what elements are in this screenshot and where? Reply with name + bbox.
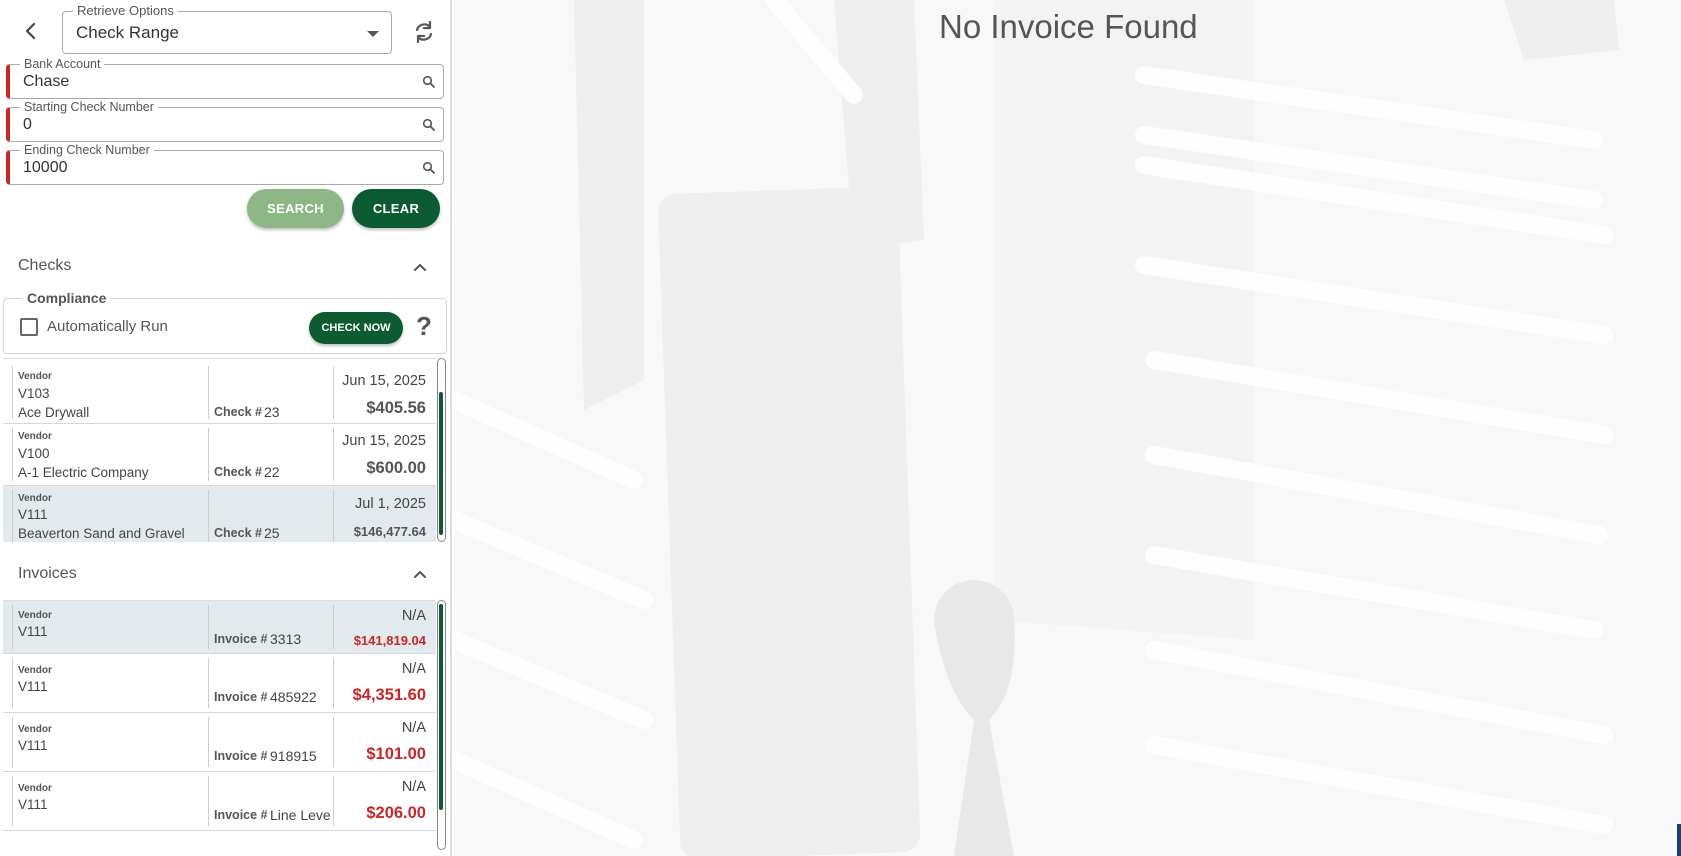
ending-check-number-value: 10000	[23, 159, 68, 176]
invoice-number: 918915	[270, 748, 317, 764]
bank-account-value: Chase	[23, 73, 70, 90]
check-now-button[interactable]: CHECK NOW	[309, 312, 403, 344]
back-arrow-icon[interactable]	[18, 18, 44, 44]
compliance-panel: Compliance Automatically Run CHECK NOW ?	[3, 290, 447, 354]
check-amount: $405.56	[366, 399, 426, 417]
invoice-number-label: Invoice #	[214, 632, 268, 646]
no-invoice-message: No Invoice Found	[939, 8, 1198, 45]
invoice-viewer	[454, 0, 1681, 856]
vendor-code: V100	[18, 446, 50, 461]
invoice-date: N/A	[401, 608, 426, 624]
vendor-code: V111	[18, 679, 48, 694]
invoice-amount: $141,819.04	[353, 633, 426, 648]
check-date: Jul 1, 2025	[355, 496, 426, 512]
search-button[interactable]: SEARCH	[247, 189, 344, 228]
invoice-row[interactable]: Vendor V111 Invoice # 485922 N/A $4,351.…	[3, 654, 436, 713]
vendor-code: V111	[18, 507, 48, 522]
invoices-scroll-thumb[interactable]	[439, 604, 443, 810]
invoice-row[interactable]: Vendor V111 Invoice # Line Leve N/A $206…	[3, 772, 436, 831]
compliance-title: Compliance	[22, 290, 112, 306]
vendor-code: V111	[18, 797, 48, 812]
invoice-date: N/A	[401, 661, 426, 677]
checks-list: Vendor V103 Ace Drywall Check # 23 Jun 1…	[3, 358, 436, 542]
vendor-code: V103	[18, 386, 50, 401]
invoice-date: N/A	[401, 720, 426, 736]
vendor-label: Vendor	[18, 493, 52, 504]
invoices-list: Vendor V111 Invoice # 3313 N/A $141,819.…	[3, 600, 436, 850]
invoice-number-label: Invoice #	[214, 749, 268, 763]
search-icon[interactable]	[422, 118, 436, 132]
chevron-up-icon[interactable]	[412, 566, 428, 582]
invoice-row[interactable]: Vendor V111 Invoice # 3313 N/A $141,819.…	[3, 601, 436, 654]
checks-section-title: Checks	[18, 257, 72, 274]
check-date: Jun 15, 2025	[342, 373, 426, 389]
search-icon[interactable]	[422, 161, 436, 175]
vendor-label: Vendor	[18, 371, 52, 382]
vendor-code: V111	[18, 738, 48, 753]
check-number: 25	[264, 525, 280, 541]
check-number-label: Check #	[214, 405, 262, 419]
starting-check-number-label: Starting Check Number	[20, 100, 158, 114]
invoice-number-label: Invoice #	[214, 808, 268, 822]
vendor-label: Vendor	[18, 724, 52, 735]
invoices-scrollbar[interactable]	[437, 600, 446, 850]
vendor-code: V111	[18, 624, 48, 639]
left-panel: Retrieve Options Check Range Bank Accoun…	[0, 0, 452, 856]
check-number-label: Check #	[214, 526, 262, 540]
retrieve-options-label: Retrieve Options	[73, 4, 178, 18]
vendor-name: Ace Drywall	[18, 405, 90, 420]
check-number-label: Check #	[214, 465, 262, 479]
invoice-number: 3313	[270, 631, 302, 647]
dropdown-caret-icon	[367, 31, 379, 37]
vendor-label: Vendor	[18, 431, 52, 442]
search-icon[interactable]	[422, 75, 436, 89]
auto-run-label: Automatically Run	[47, 318, 168, 335]
check-row[interactable]: Vendor V100 A-1 Electric Company Check #…	[3, 424, 436, 486]
auto-run-checkbox[interactable]	[20, 318, 38, 336]
invoice-number: Line Leve	[270, 807, 331, 823]
help-icon[interactable]: ?	[416, 311, 432, 342]
chevron-up-icon[interactable]	[412, 259, 428, 275]
invoices-section-title: Invoices	[18, 565, 77, 582]
check-date: Jun 15, 2025	[342, 433, 426, 449]
invoice-amount: $206.00	[366, 804, 426, 822]
check-amount: $600.00	[366, 459, 426, 477]
vendor-label: Vendor	[18, 665, 52, 676]
retrieve-options-select[interactable]: Retrieve Options Check Range	[62, 4, 392, 54]
check-row[interactable]: Vendor V111 Beaverton Sand and Gravel Ch…	[3, 486, 436, 542]
vendor-name: A-1 Electric Company	[18, 465, 149, 480]
vendor-name: Beaverton Sand and Gravel	[18, 526, 185, 541]
check-number: 23	[264, 404, 280, 420]
invoice-row[interactable]: Vendor V111 Invoice # 918915 N/A $101.00	[3, 713, 436, 772]
background-watermark	[454, 0, 1619, 856]
vendor-label: Vendor	[18, 610, 52, 621]
bank-account-field[interactable]: Bank Account Chase	[6, 57, 444, 99]
ending-check-number-label: Ending Check Number	[20, 143, 154, 157]
check-amount: $146,477.64	[353, 524, 426, 539]
refresh-icon[interactable]	[410, 18, 438, 46]
retrieve-options-value: Check Range	[76, 23, 180, 42]
starting-check-number-value: 0	[23, 116, 32, 133]
clear-button[interactable]: CLEAR	[352, 189, 440, 228]
check-number: 22	[264, 464, 280, 480]
invoice-date: N/A	[401, 779, 426, 795]
bank-account-label: Bank Account	[20, 57, 105, 71]
invoice-number-label: Invoice #	[214, 690, 268, 704]
checks-scroll-thumb[interactable]	[439, 392, 443, 535]
check-row[interactable]: Vendor V103 Ace Drywall Check # 23 Jun 1…	[3, 362, 436, 424]
vendor-label: Vendor	[18, 783, 52, 794]
corner-indicator	[1677, 824, 1681, 856]
ending-check-number-field[interactable]: Ending Check Number 10000	[6, 143, 444, 185]
invoice-amount: $4,351.60	[352, 686, 426, 704]
checks-scrollbar[interactable]	[437, 358, 446, 542]
starting-check-number-field[interactable]: Starting Check Number 0	[6, 100, 444, 142]
invoice-amount: $101.00	[366, 745, 426, 763]
invoice-number: 485922	[270, 689, 317, 705]
